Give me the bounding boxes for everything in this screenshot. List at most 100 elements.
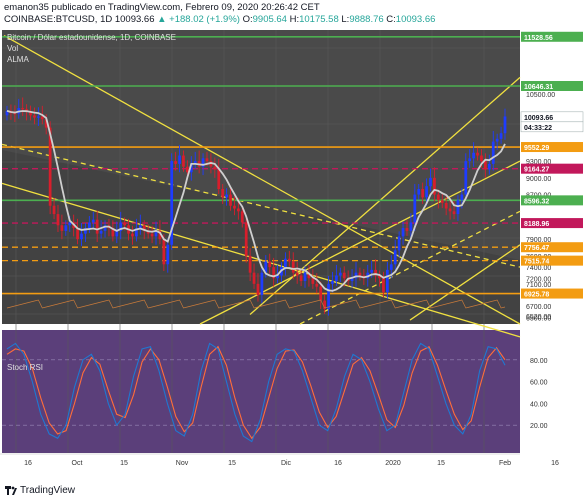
- price-tick: 7100.00: [526, 282, 551, 289]
- candle-body: [421, 188, 425, 198]
- symbol-ohlc-line: COINBASE:BTCUSD, 1D 10093.66 ▲ +188.02 (…: [4, 14, 435, 25]
- candle-body: [80, 233, 83, 240]
- candle-body: [95, 219, 99, 234]
- price-label: 7756.47: [524, 245, 549, 252]
- candle-body: [452, 211, 456, 215]
- candle-body: [315, 283, 319, 287]
- symbol-label: COINBASE:BTCUSD, 1D: [4, 14, 113, 25]
- candle-body: [382, 278, 385, 293]
- price-label: 8188.96: [524, 221, 549, 228]
- candle-body: [480, 155, 483, 162]
- candle-body: [460, 194, 464, 201]
- candle-body: [40, 116, 44, 120]
- price-label: 9552.29: [524, 145, 549, 152]
- candle-body: [21, 108, 25, 110]
- candle-body: [417, 188, 421, 195]
- publish-info: emanon35 publicado en TradingView.com, F…: [4, 2, 320, 13]
- candle-body: [448, 208, 452, 212]
- time-tick: Nov: [176, 460, 189, 467]
- rsi-tick: 20.00: [530, 423, 548, 430]
- candle-body: [468, 158, 472, 162]
- price-label: 6925.78: [524, 292, 549, 299]
- candle-body: [225, 194, 228, 198]
- low-value: 9888.76: [349, 14, 384, 25]
- candle-body: [503, 116, 507, 134]
- time-tick: 15: [120, 460, 128, 467]
- open-value: 9905.64: [252, 14, 287, 25]
- footer: TradingView: [0, 482, 585, 500]
- price-tick: 9000.00: [526, 176, 551, 183]
- candle-body: [217, 169, 221, 189]
- legend-alma: ALMA: [7, 55, 29, 64]
- candle-body: [319, 286, 323, 301]
- candle-body: [487, 163, 491, 170]
- candle-body: [236, 208, 240, 212]
- candle-body: [429, 177, 432, 187]
- candle-body: [327, 283, 330, 309]
- time-tick: 16: [551, 460, 559, 467]
- rsi-tick: 80.00: [530, 358, 548, 365]
- candle-body: [56, 214, 60, 226]
- candle-body: [456, 200, 460, 215]
- last-price: 10093.66: [114, 14, 155, 25]
- price-label: 9164.27: [524, 167, 549, 174]
- candle-body: [233, 205, 236, 209]
- candle-body: [52, 205, 56, 215]
- price-chart[interactable]: 10500.0010000.009300.009000.008700.00790…: [0, 28, 585, 482]
- time-tick: 16: [334, 460, 342, 467]
- candle-body: [331, 281, 334, 284]
- candle-body: [252, 272, 256, 284]
- candle-body: [303, 272, 307, 282]
- candle-body: [472, 152, 476, 159]
- candle-body: [131, 233, 134, 237]
- price-label: 11528.56: [524, 35, 553, 42]
- candle-body: [405, 228, 409, 231]
- plot-background: [2, 28, 585, 453]
- candle-body: [213, 166, 217, 170]
- candle-body: [436, 194, 440, 201]
- candle-body: [440, 200, 444, 203]
- close-value: 10093.66: [395, 14, 436, 25]
- legend-vol: Vol: [7, 44, 18, 53]
- price-tick: 7400.00: [526, 265, 551, 272]
- chart-title: Bitcoin / Dólar estadounidense, 1D, COIN…: [7, 33, 176, 42]
- candle-body: [284, 258, 287, 268]
- candle-body: [311, 278, 315, 284]
- candle-body: [91, 219, 95, 223]
- time-tick: Dic: [281, 460, 292, 467]
- time-tick: 2020: [385, 460, 401, 467]
- high-value: 10175.58: [299, 14, 339, 25]
- candle-body: [495, 138, 499, 142]
- candle-body: [291, 261, 295, 273]
- candle-body: [491, 141, 495, 164]
- candle-body: [150, 233, 154, 237]
- candle-body: [476, 152, 479, 156]
- candle-body: [221, 188, 225, 198]
- candle-body: [268, 261, 272, 268]
- open-label: O:: [242, 14, 253, 25]
- chart-header: emanon35 publicado en TradingView.com, F…: [0, 0, 585, 28]
- candle-body: [248, 255, 252, 273]
- candle-body: [464, 161, 468, 195]
- candle-body: [123, 222, 127, 226]
- tradingview-logo[interactable]: TradingView: [5, 485, 75, 496]
- candle-body: [338, 272, 342, 276]
- high-label: H:: [289, 14, 300, 25]
- candle-body: [393, 250, 397, 265]
- time-tick: 16: [24, 460, 32, 467]
- rsi-title: Stoch RSI: [7, 363, 43, 372]
- time-tick: Oct: [72, 460, 83, 467]
- time-tick: 15: [228, 460, 236, 467]
- candle-body: [444, 202, 448, 209]
- price-label: 04:33:22: [524, 125, 552, 132]
- candle-body: [335, 275, 338, 282]
- candle-body: [409, 222, 413, 231]
- candle-body: [244, 222, 248, 256]
- candle-body: [287, 258, 291, 262]
- candle-body: [162, 239, 166, 265]
- rsi-tick: 60.00: [530, 380, 548, 387]
- candle-body: [68, 222, 72, 226]
- candle-body: [389, 264, 393, 270]
- candle-body: [401, 228, 405, 237]
- candle-body: [229, 194, 232, 206]
